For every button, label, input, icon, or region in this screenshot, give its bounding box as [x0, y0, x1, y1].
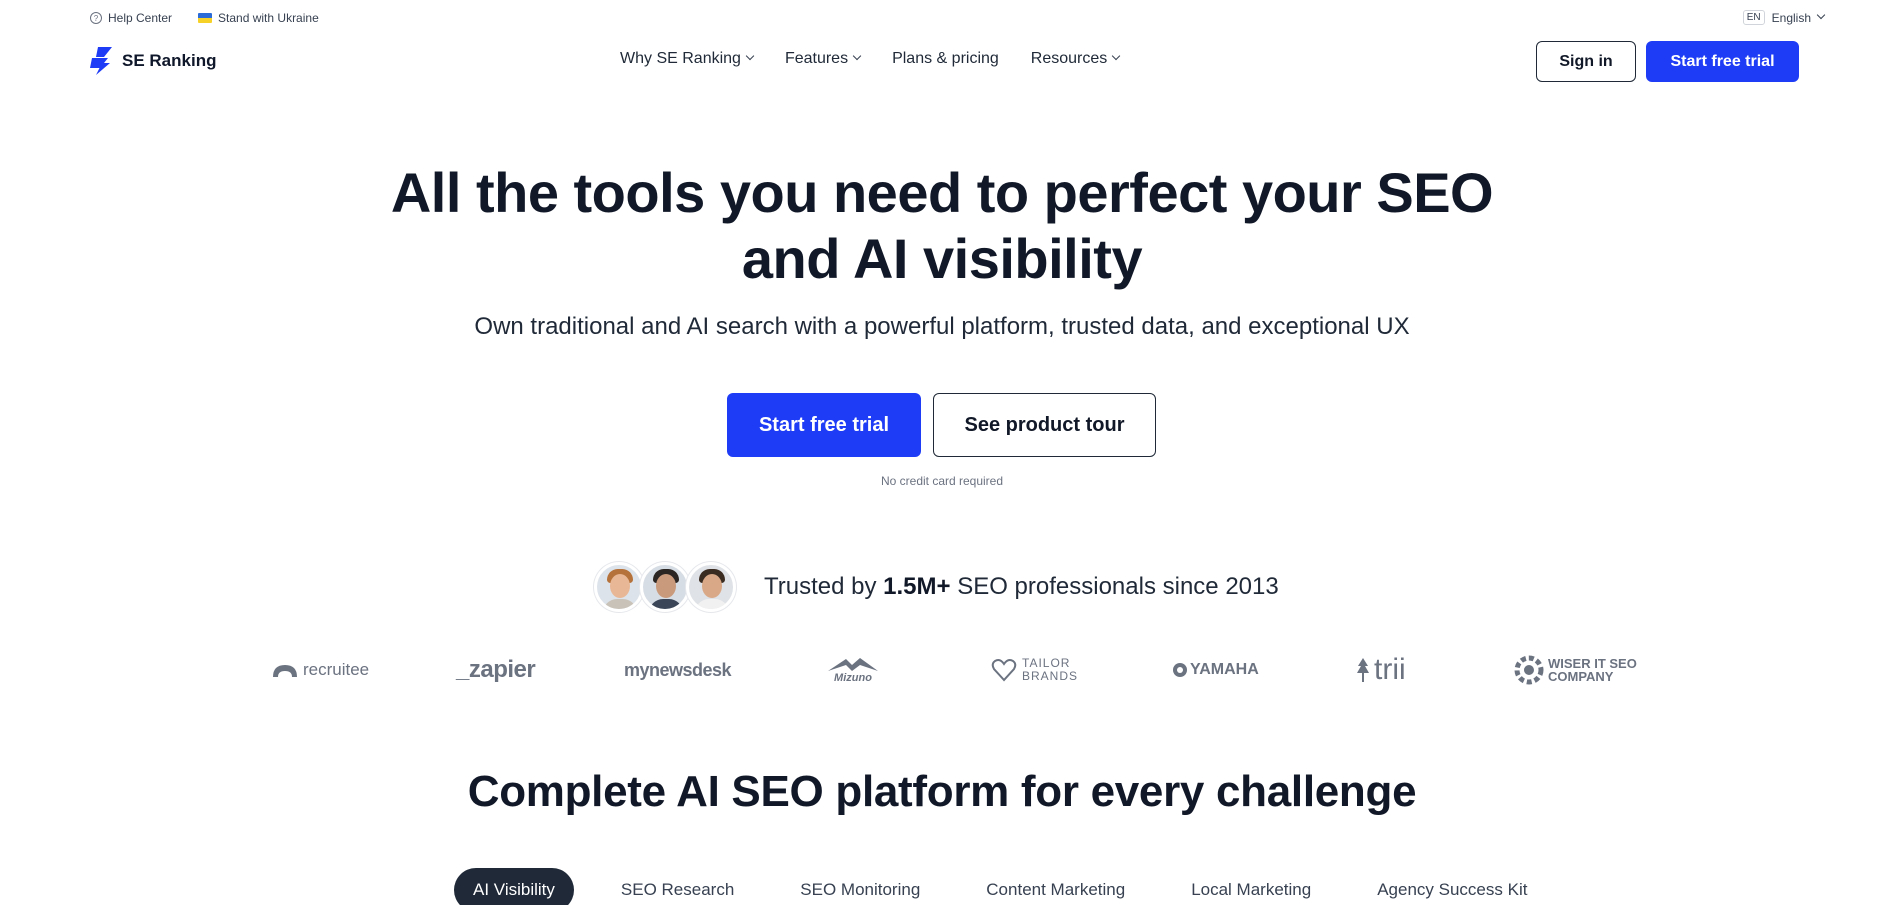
wiser-it-logo: WISER IT SEO COMPANY	[1514, 650, 1652, 690]
mizuno-runbird-icon	[828, 657, 878, 671]
nav-plans-pricing[interactable]: Plans & pricing	[892, 50, 999, 68]
logo-text: SE Ranking	[122, 51, 217, 70]
help-center-link[interactable]: ? Help Center	[90, 11, 172, 25]
tab-ai-visibility[interactable]: AI Visibility	[454, 868, 574, 905]
yamaha-logo: YAMAHA	[1172, 650, 1259, 690]
tab-agency-success-kit[interactable]: Agency Success Kit	[1358, 868, 1546, 905]
chevron-down-icon	[1816, 10, 1826, 19]
nav-label: Features	[784, 50, 849, 67]
wiser-it-wordmark: WISER IT SEO COMPANY	[1548, 656, 1637, 684]
utility-bar: ? Help Center Stand with Ukraine	[90, 11, 319, 25]
nav-why-se-ranking[interactable]: Why SE Ranking	[620, 50, 755, 68]
trii-logo: trii	[1355, 650, 1406, 690]
logo[interactable]: SE Ranking	[90, 47, 216, 75]
start-free-trial-button[interactable]: Start free trial	[727, 393, 921, 457]
tailor-heart-icon	[991, 659, 1017, 682]
hero-title: All the tools you need to perfect your S…	[0, 160, 1884, 292]
se-ranking-logo-icon	[90, 47, 112, 75]
nav-label: Why SE Ranking	[620, 50, 741, 67]
nav-label: Resources	[1030, 50, 1108, 67]
tailor-brands-wordmark: TAILOR BRANDS	[1022, 656, 1079, 683]
wiser-gear-icon	[1514, 655, 1544, 685]
chevron-down-icon	[1112, 51, 1121, 61]
nav-features[interactable]: Features	[784, 50, 862, 68]
client-logos: recruitee _zapier mynewsdesk Mizuno TAIL…	[0, 650, 1884, 690]
avatar	[640, 562, 690, 612]
see-product-tour-button[interactable]: See product tour	[933, 393, 1156, 457]
nav-label: Plans & pricing	[892, 50, 999, 67]
mynewsdesk-logo: mynewsdesk	[624, 659, 732, 680]
trusted-suffix: SEO professionals since 2013	[950, 573, 1279, 600]
yamaha-tuning-fork-icon	[1173, 663, 1187, 677]
hero-title-line-2: and AI visibility	[741, 227, 1143, 290]
mizuno-logo: Mizuno	[826, 650, 880, 690]
trusted-count: 1.5M+	[883, 573, 951, 600]
tab-content-marketing[interactable]: Content Marketing	[967, 868, 1144, 905]
language-selector[interactable]: EN English	[1742, 10, 1826, 25]
trii-tree-icon	[1357, 658, 1369, 682]
start-free-trial-header-button[interactable]: Start free trial	[1646, 41, 1799, 82]
language-code: EN	[1742, 10, 1765, 25]
no-credit-card-note: No credit card required	[880, 474, 1004, 488]
avatar	[686, 562, 736, 612]
nav-resources[interactable]: Resources	[1030, 50, 1121, 68]
ukraine-label: Stand with Ukraine	[218, 11, 319, 25]
main-nav: Why SE Ranking Features Plans & pricing …	[620, 50, 1121, 68]
feature-tabs: AI Visibility SEO Research SEO Monitorin…	[454, 868, 1546, 905]
tab-seo-research[interactable]: SEO Research	[602, 868, 753, 905]
trusted-text: Trusted by 1.5M+ SEO professionals since…	[764, 573, 1279, 601]
recruitee-wordmark: recruitee	[303, 660, 370, 679]
recruitee-icon	[273, 665, 297, 677]
tab-local-marketing[interactable]: Local Marketing	[1172, 868, 1330, 905]
zapier-logo: _zapier	[456, 656, 536, 683]
recruitee-logo: recruitee	[271, 650, 369, 690]
ukraine-link[interactable]: Stand with Ukraine	[198, 11, 319, 25]
hero-title-line-1: All the tools you need to perfect your S…	[390, 161, 1494, 224]
tailor-brands-logo: TAILOR BRANDS	[991, 650, 1078, 690]
section-title: Complete AI SEO platform for every chall…	[467, 767, 1417, 816]
avatar	[594, 562, 644, 612]
chevron-down-icon	[852, 51, 862, 61]
mizuno-wordmark: Mizuno	[834, 671, 872, 684]
language-label: English	[1771, 10, 1811, 25]
yamaha-wordmark: YAMAHA	[1190, 661, 1259, 678]
trusted-prefix: Trusted by	[764, 573, 884, 600]
chevron-down-icon	[745, 51, 755, 61]
ukraine-flag-icon	[198, 13, 213, 23]
trii-wordmark: trii	[1374, 653, 1406, 686]
help-center-label: Help Center	[108, 11, 173, 25]
tab-seo-monitoring[interactable]: SEO Monitoring	[781, 868, 939, 905]
avatar-group	[594, 562, 736, 612]
question-icon: ?	[90, 12, 102, 24]
sign-in-button[interactable]: Sign in	[1536, 41, 1636, 82]
hero-subtitle: Own traditional and AI search with a pow…	[474, 313, 1410, 340]
